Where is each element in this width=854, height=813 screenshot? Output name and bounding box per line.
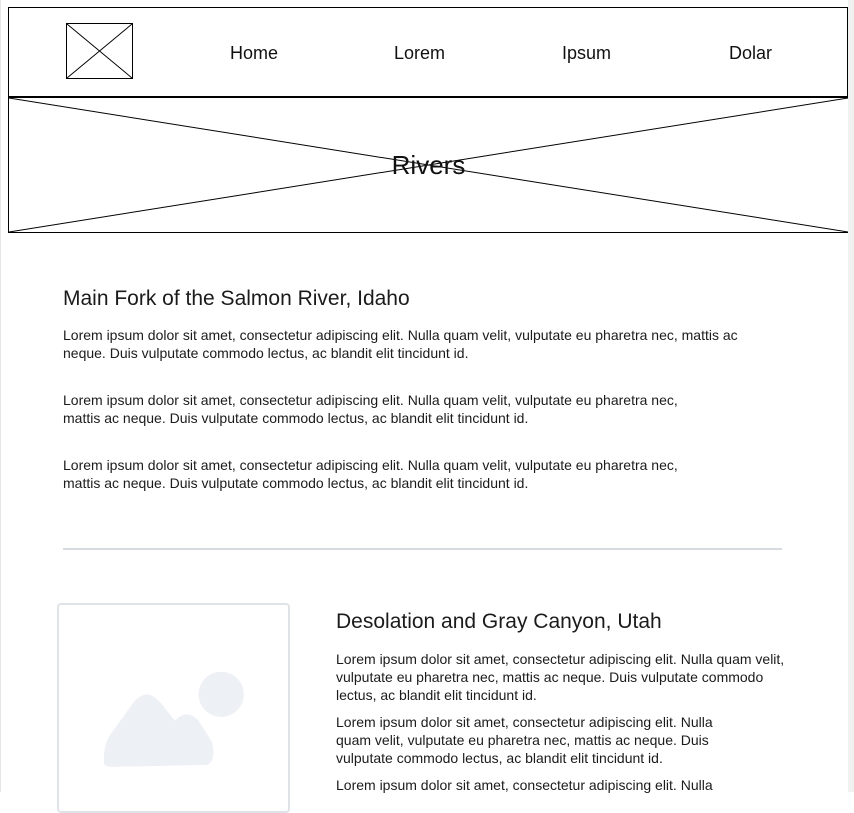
section-heading: Main Fork of the Salmon River, Idaho bbox=[63, 287, 410, 310]
paragraph: Lorem ipsum dolor sit amet, consectetur … bbox=[63, 457, 678, 491]
paragraph: Lorem ipsum dolor sit amet, consectetur … bbox=[63, 392, 678, 426]
nav-item-lorem[interactable]: Lorem bbox=[394, 42, 445, 64]
section-heading: Desolation and Gray Canyon, Utah bbox=[336, 610, 662, 633]
nav-item-ipsum[interactable]: Ipsum bbox=[562, 42, 611, 64]
paragraph: Lorem ipsum dolor sit amet, consectetur … bbox=[63, 327, 738, 361]
nav-item-dolar[interactable]: Dolar bbox=[729, 42, 772, 64]
logo-image-placeholder-icon[interactable] bbox=[66, 23, 133, 79]
hero-title: Rivers bbox=[391, 150, 466, 180]
hero-banner: Rivers bbox=[8, 97, 849, 233]
site-header: Home Lorem Ipsum Dolar bbox=[8, 7, 848, 97]
mountain-image-placeholder-icon bbox=[103, 671, 244, 767]
paragraph: Lorem ipsum dolor sit amet, consectetur … bbox=[336, 714, 713, 766]
nav-item-home[interactable]: Home bbox=[230, 42, 278, 64]
scrollbar-track[interactable] bbox=[848, 0, 854, 792]
page: Home Lorem Ipsum Dolar Rivers Main Fork … bbox=[0, 0, 849, 813]
river-image-card bbox=[57, 603, 290, 813]
section-divider bbox=[63, 548, 782, 550]
river-section-desolation: Desolation and Gray Canyon, Utah Lorem i… bbox=[336, 609, 791, 803]
paragraph: Lorem ipsum dolor sit amet, consectetur … bbox=[336, 777, 713, 793]
image-placeholder-icon bbox=[67, 24, 132, 78]
paragraph: Lorem ipsum dolor sit amet, consectetur … bbox=[336, 651, 785, 703]
river-section-salmon: Main Fork of the Salmon River, Idaho Lor… bbox=[63, 286, 783, 521]
